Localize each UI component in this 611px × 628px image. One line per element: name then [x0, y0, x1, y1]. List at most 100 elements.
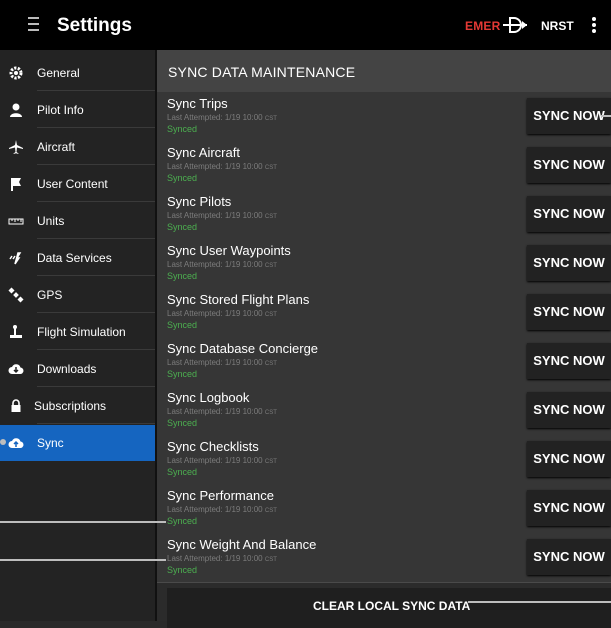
divider — [37, 201, 155, 202]
sync-item-name: Sync Weight And Balance — [167, 537, 317, 552]
sync-now-button[interactable]: SYNC NOW — [527, 98, 611, 134]
sidebar-item-gps[interactable]: GPS — [0, 277, 155, 313]
sync-now-button[interactable]: SYNC NOW — [527, 539, 611, 575]
sync-row-logbook: Sync Logbook Last Attempted: 1/19 10:00 … — [157, 386, 611, 436]
lock-icon — [8, 398, 24, 414]
sync-now-button[interactable]: SYNC NOW — [527, 294, 611, 330]
emer-button[interactable]: EMER — [465, 19, 500, 33]
last-attempted: Last Attempted: 1/19 10:00 CST — [167, 309, 277, 318]
sidebar-item-label: General — [37, 66, 80, 80]
sync-item-name: Sync Database Concierge — [167, 341, 319, 356]
sync-status: Synced — [167, 516, 198, 526]
sync-status: Synced — [167, 222, 198, 232]
sync-now-button[interactable]: SYNC NOW — [527, 490, 611, 526]
sync-item-name: Sync Checklists — [167, 439, 259, 454]
clear-button-label: CLEAR LOCAL SYNC DATA — [313, 599, 471, 613]
sync-row-performance: Sync Performance Last Attempted: 1/19 10… — [157, 484, 611, 534]
last-attempted: Last Attempted: 1/19 10:00 CST — [167, 358, 277, 367]
sync-panel: SYNC DATA MAINTENANCE Sync Trips Last At… — [157, 50, 611, 628]
sidebar-item-data-services[interactable]: Data Services — [0, 240, 155, 276]
sync-item-name: Sync Stored Flight Plans — [167, 292, 310, 307]
sync-row-trips: Sync Trips Last Attempted: 1/19 10:00 CS… — [157, 92, 611, 142]
ruler-icon — [8, 213, 24, 229]
callout-marker — [0, 439, 6, 445]
sync-status: Synced — [167, 467, 198, 477]
sync-now-button[interactable]: SYNC NOW — [527, 441, 611, 477]
sync-item-name: Sync Aircraft — [167, 145, 240, 160]
section-header: SYNC DATA MAINTENANCE — [157, 50, 611, 92]
sync-item-name: Sync Trips — [167, 96, 228, 111]
divider — [37, 386, 155, 387]
joystick-icon — [8, 324, 24, 340]
sidebar-item-label: Sync — [37, 436, 64, 450]
gear-icon — [8, 65, 24, 81]
direct-to-icon[interactable] — [502, 15, 528, 35]
sidebar-item-label: Pilot Info — [37, 103, 84, 117]
sync-now-button[interactable]: SYNC NOW — [527, 392, 611, 428]
last-attempted: Last Attempted: 1/19 10:00 CST — [167, 456, 277, 465]
sync-row-weight-and-balance: Sync Weight And Balance Last Attempted: … — [157, 533, 611, 583]
sidebar-item-pilot-info[interactable]: Pilot Info — [0, 92, 155, 128]
sidebar-item-label: Downloads — [37, 362, 97, 376]
sidebar-item-label: GPS — [37, 288, 63, 302]
sync-row-pilots: Sync Pilots Last Attempted: 1/19 10:00 C… — [157, 190, 611, 240]
sync-item-name: Sync Performance — [167, 488, 274, 503]
settings-sidebar: General Pilot Info Aircraft User Content… — [0, 50, 155, 621]
hamburger-menu-icon[interactable] — [28, 17, 39, 31]
kebab-menu-icon[interactable] — [592, 17, 596, 33]
sidebar-item-sync[interactable]: Sync — [0, 425, 155, 461]
sidebar-item-general[interactable]: General — [0, 55, 155, 91]
divider — [37, 275, 155, 276]
cloud-download-icon — [8, 361, 24, 377]
divider — [37, 312, 155, 313]
sidebar-item-user-content[interactable]: User Content — [0, 166, 155, 202]
sync-now-button[interactable]: SYNC NOW — [527, 196, 611, 232]
sync-now-button[interactable]: SYNC NOW — [527, 147, 611, 183]
last-attempted: Last Attempted: 1/19 10:00 CST — [167, 554, 277, 563]
top-bar: Settings EMER NRST — [0, 0, 611, 50]
sync-row-database-concierge: Sync Database Concierge Last Attempted: … — [157, 337, 611, 387]
sidebar-item-aircraft[interactable]: Aircraft — [0, 129, 155, 165]
divider — [37, 127, 155, 128]
divider — [37, 238, 155, 239]
sidebar-item-label: Subscriptions — [34, 399, 107, 413]
sidebar-item-flight-simulation[interactable]: Flight Simulation — [0, 314, 155, 350]
sync-status: Synced — [167, 320, 198, 330]
sidebar-item-label: Units — [37, 214, 65, 228]
sync-row-stored-flight-plans: Sync Stored Flight Plans Last Attempted:… — [157, 288, 611, 338]
divider — [37, 423, 155, 424]
sidebar-item-subscriptions[interactable]: Subscriptions — [0, 388, 155, 424]
sync-now-button[interactable]: SYNC NOW — [527, 245, 611, 281]
satellite-icon — [8, 287, 24, 303]
sync-status: Synced — [167, 124, 198, 134]
divider — [37, 90, 155, 91]
last-attempted: Last Attempted: 1/19 10:00 CST — [167, 211, 277, 220]
sync-status: Synced — [167, 369, 198, 379]
clear-local-sync-data-button[interactable]: CLEAR LOCAL SYNC DATA — [167, 588, 611, 628]
divider — [37, 349, 155, 350]
sidebar-item-label: Aircraft — [37, 140, 76, 154]
sync-status: Synced — [167, 271, 198, 281]
sync-row-user-waypoints: Sync User Waypoints Last Attempted: 1/19… — [157, 239, 611, 289]
last-attempted: Last Attempted: 1/19 10:00 CST — [167, 113, 277, 122]
last-attempted: Last Attempted: 1/19 10:00 CST — [167, 505, 277, 514]
signal-icon — [8, 250, 24, 266]
sync-status: Synced — [167, 418, 198, 428]
sync-status: Synced — [167, 565, 198, 575]
sidebar-item-label: Flight Simulation — [37, 325, 126, 339]
flag-icon — [8, 176, 24, 192]
sidebar-item-label: User Content — [37, 177, 108, 191]
sync-now-button[interactable]: SYNC NOW — [527, 343, 611, 379]
sidebar-item-downloads[interactable]: Downloads — [0, 351, 155, 387]
callout-line — [468, 601, 611, 603]
sidebar-item-label: Data Services — [37, 251, 112, 265]
sync-item-name: Sync Pilots — [167, 194, 232, 209]
sync-row-checklists: Sync Checklists Last Attempted: 1/19 10:… — [157, 435, 611, 485]
sync-item-name: Sync Logbook — [167, 390, 250, 405]
section-title: SYNC DATA MAINTENANCE — [168, 64, 356, 80]
sidebar-item-units[interactable]: Units — [0, 203, 155, 239]
callout-line — [601, 115, 611, 117]
pilot-icon — [8, 102, 24, 118]
nrst-button[interactable]: NRST — [541, 19, 574, 33]
cloud-upload-icon — [8, 435, 24, 451]
